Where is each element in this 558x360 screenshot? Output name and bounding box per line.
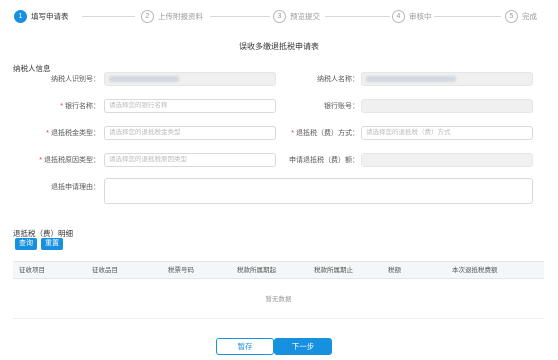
- taxpayer-id-label: 纳税人识别号：: [51, 76, 100, 83]
- step-label: 填写申请表: [31, 11, 69, 21]
- taxpayer-section-title: 纳税人信息: [13, 64, 51, 73]
- step-upload: 2 上传附报资料: [141, 9, 203, 23]
- step-complete: 5 完成: [505, 9, 537, 23]
- refund-reason-textarea[interactable]: [104, 178, 533, 204]
- step-preview: 3 预览提交: [273, 9, 320, 23]
- step-fill-form: 1 填写申请表: [14, 9, 69, 23]
- step-connector: [82, 16, 135, 17]
- bank-name-label: * 银行名称：: [60, 103, 100, 110]
- redacted-value: [109, 76, 179, 82]
- refund-amount-field: [361, 153, 533, 167]
- redacted-value: [366, 76, 456, 82]
- step-label: 审核中: [409, 11, 432, 21]
- reset-button[interactable]: 重置: [41, 238, 63, 250]
- step-review: 4 审核中: [392, 9, 432, 23]
- refund-detail-table: 征收项目 征收品目 税票号码 税款所属期起 税款所属期止 税额 本次退抵税费额: [13, 261, 544, 279]
- refund-method-label: * 退抵税（费）方式：: [291, 130, 359, 137]
- step-connector: [434, 16, 501, 17]
- refund-amount-label: 申请退抵税（费）额：: [289, 157, 359, 164]
- column-header: 税票号码: [168, 267, 194, 274]
- refund-type-label: * 退抵税金类型：: [46, 130, 100, 137]
- taxpayer-id-field: [104, 72, 276, 86]
- bank-account-label: 银行账号：: [324, 103, 359, 110]
- bank-account-field: [361, 99, 533, 113]
- query-button[interactable]: 查询: [15, 238, 37, 250]
- step-label: 上传附报资料: [158, 11, 203, 21]
- step-number: 1: [14, 9, 27, 23]
- column-header: 税款所属期起: [237, 267, 276, 274]
- table-header: 征收项目 征收品目 税票号码 税款所属期起 税款所属期止 税额 本次退抵税费额: [13, 261, 544, 279]
- step-label: 预览提交: [290, 11, 320, 21]
- table-empty-text: 暂无数据: [13, 279, 544, 319]
- form-title: 误收多缴退抵税申请表: [239, 42, 319, 51]
- progress-steps: 1 填写申请表 2 上传附报资料 3 预览提交 4 审核中 5 完成: [0, 0, 558, 32]
- step-connector: [210, 16, 270, 17]
- refund-reason-label: 退抵申请理由：: [51, 184, 100, 191]
- step-number: 2: [141, 9, 154, 23]
- step-label: 完成: [522, 11, 537, 21]
- refund-reason-type-label: * 退抵税原因类型：: [39, 157, 100, 164]
- refund-type-select[interactable]: 请选择您的退抵税金类型: [104, 126, 276, 140]
- step-number: 4: [392, 9, 405, 23]
- refund-reason-type-select[interactable]: 请选择您的退抵税原因类型: [104, 153, 276, 167]
- refund-method-select[interactable]: 请选择您的退抵税（费）方式: [361, 126, 533, 140]
- bank-name-select[interactable]: 请选择您的银行名称: [104, 99, 276, 113]
- step-number: 5: [505, 9, 518, 23]
- column-header: 本次退抵税费额: [452, 267, 498, 274]
- column-header: 税额: [388, 267, 401, 274]
- save-draft-button[interactable]: 暂存: [216, 338, 274, 355]
- column-header: 征收项目: [19, 267, 45, 274]
- taxpayer-name-label: 纳税人名称：: [317, 76, 359, 83]
- step-connector: [325, 16, 390, 17]
- column-header: 征收品目: [92, 267, 118, 274]
- taxpayer-name-field: [361, 72, 533, 86]
- column-header: 税款所属期止: [314, 267, 353, 274]
- next-step-button[interactable]: 下一步: [274, 338, 332, 355]
- step-number: 3: [273, 9, 286, 23]
